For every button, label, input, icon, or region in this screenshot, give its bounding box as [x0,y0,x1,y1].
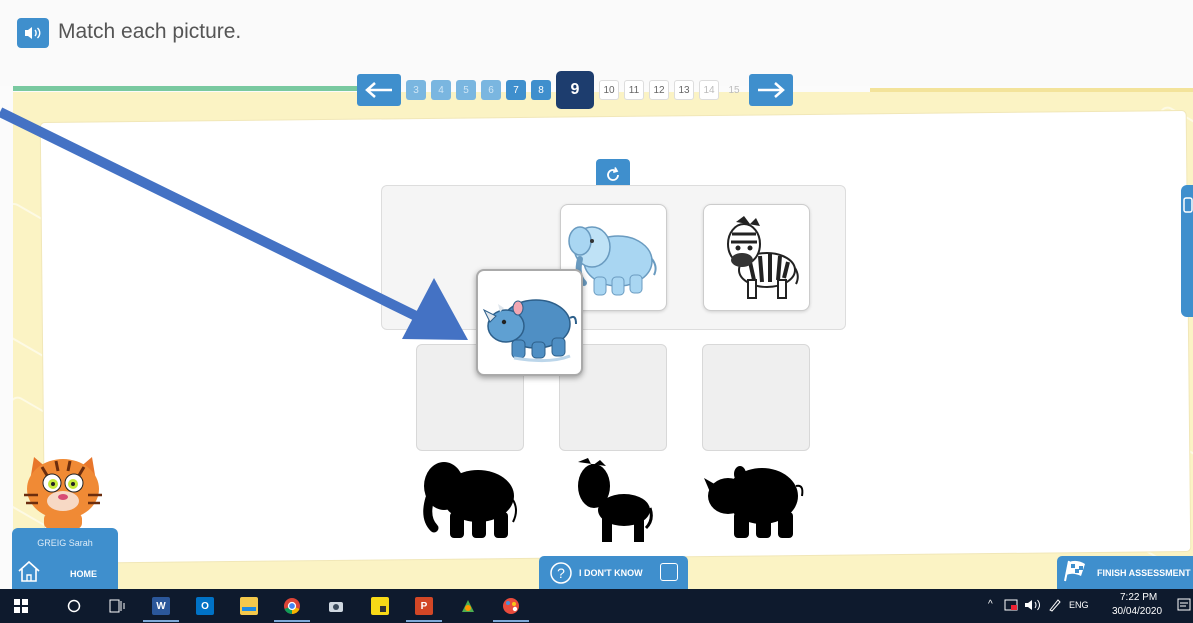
user-panel: GREIG Sarah HOME [12,528,118,589]
volume-icon[interactable] [1024,599,1042,611]
pointer-arrow [0,107,468,340]
chrome-active-indicator [274,620,310,622]
pen-icon[interactable] [1048,598,1062,612]
paint-app[interactable] [502,597,520,615]
svg-text:?: ? [557,565,565,581]
camera-app[interactable] [327,597,345,615]
question-icon: ? [550,561,572,584]
powerpoint-active-indicator [406,620,442,622]
file-explorer-app[interactable] [240,597,258,615]
home-icon [18,560,40,582]
home-button[interactable] [17,559,41,588]
notification-icon[interactable] [1177,598,1191,614]
clock-date[interactable]: 30/04/2020 [1112,606,1162,617]
word-app[interactable]: W [152,597,170,615]
taskbar: W O P ^ ENG 7:22 PM 30/04/2020 [0,589,1193,623]
user-name: GREIG Sarah [37,538,93,548]
tiger-mascot [24,457,102,529]
clock-time[interactable]: 7:22 PM [1120,592,1157,603]
search-circle-icon [67,599,81,613]
windows-start-button[interactable] [12,597,30,615]
show-hidden-icons[interactable]: ^ [988,599,993,610]
powerpoint-app[interactable]: P [415,597,433,615]
dont-know-button[interactable]: ? I DON'T KNOW [539,556,688,589]
task-view-button[interactable] [108,597,126,615]
windows-icon [14,599,28,613]
network-icon[interactable] [1004,599,1018,611]
sticky-notes-app[interactable] [371,597,389,615]
chrome-app[interactable] [283,597,301,615]
paint-icon [503,598,519,614]
task-view-icon [109,599,125,613]
green-app[interactable] [459,597,477,615]
finish-label: FINISH ASSESSMENT [1097,568,1191,578]
paint-active-indicator [493,620,529,622]
dont-know-checkbox[interactable] [660,563,678,581]
dont-know-label: I DON'T KNOW [579,567,643,578]
checkered-flag-icon [1064,560,1085,582]
search-button[interactable] [65,597,83,615]
camera-icon [329,602,343,612]
finish-assessment-button[interactable]: FINISH ASSESSMENT [1057,556,1193,589]
language-indicator[interactable]: ENG [1069,600,1089,610]
home-label[interactable]: HOME [70,569,97,579]
app-icon [462,600,474,612]
word-active-indicator [143,620,179,622]
outlook-app[interactable]: O [196,597,214,615]
chrome-icon [284,598,300,615]
